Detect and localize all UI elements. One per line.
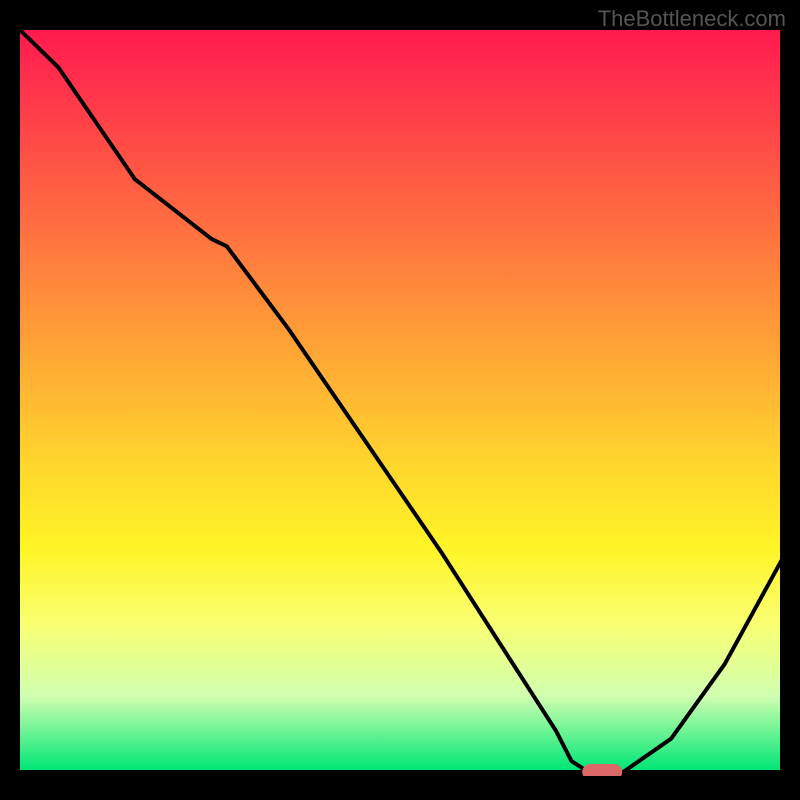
- optimal-marker: [582, 764, 622, 776]
- chart-container: TheBottleneck.com: [0, 0, 800, 800]
- watermark-text: TheBottleneck.com: [598, 6, 786, 32]
- curve-overlay: [20, 30, 786, 776]
- bottleneck-curve-path: [20, 30, 786, 776]
